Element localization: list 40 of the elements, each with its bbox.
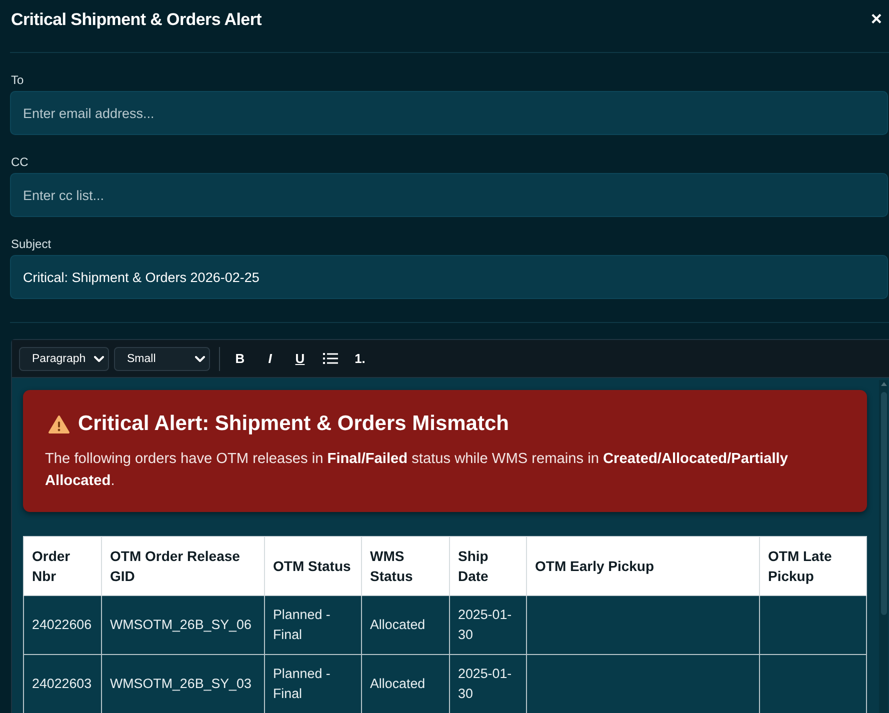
input-field[interactable]: Enter cc list... [10, 173, 888, 217]
warning-icon [48, 414, 70, 434]
column-header: OTM Order Release GID [102, 536, 264, 596]
bold-button[interactable]: B [226, 346, 254, 370]
chevron-down-icon [195, 356, 205, 362]
table-cell: 24022603 [24, 654, 102, 713]
table-cell: WMSOTM_26B_SY_06 [102, 596, 264, 654]
table-cell: Allocated [362, 654, 450, 713]
field-label: To [10, 72, 24, 88]
numbered-list-button[interactable]: 1. [346, 346, 374, 370]
table-cell: 2025-01-30 [450, 596, 526, 654]
underline-button[interactable]: U [286, 346, 314, 370]
alert-message: The following orders have OTM releases in Final/Failed status while WMS remains in Created/Allocated/Partially Allocated. [45, 450, 789, 491]
field-label: Subject [10, 236, 52, 252]
input-field[interactable]: Enter email address... [10, 91, 888, 135]
scrollbar[interactable] [879, 380, 888, 713]
list-icon [322, 353, 338, 364]
column-header: Ship Date [450, 536, 526, 596]
dialog-title: Critical Shipment & Orders Alert [11, 10, 262, 30]
column-header: WMS Status [362, 536, 450, 596]
column-header: OTM Status [264, 536, 362, 596]
close-button[interactable]: × [870, 10, 889, 30]
table-cell: 2025-01-30 [450, 654, 526, 713]
table-cell: 24022606 [24, 596, 102, 654]
dropdown[interactable]: Paragraph [19, 346, 109, 370]
field-label: CC [10, 154, 28, 170]
column-header: Order Nbr [24, 536, 102, 596]
dropdown[interactable]: Small [114, 346, 210, 370]
table-cell: Allocated [362, 596, 450, 654]
chevron-down-icon [94, 356, 104, 362]
column-header: OTM Late Pickup [760, 536, 866, 596]
column-header: OTM Early Pickup [526, 536, 760, 596]
italic-button[interactable]: I [256, 346, 284, 370]
scrollbar-thumb[interactable] [880, 392, 886, 615]
scroll-up-arrow-icon [880, 382, 886, 386]
input-field[interactable]: Critical: Shipment & Orders 2026-02-25 [10, 255, 888, 299]
table-cell: Planned - Final [264, 596, 362, 654]
table-cell: WMSOTM_26B_SY_03 [102, 654, 264, 713]
table-cell: Planned - Final [264, 654, 362, 713]
alert-title: Critical Alert: Shipment & Orders Mismatch [78, 412, 509, 436]
